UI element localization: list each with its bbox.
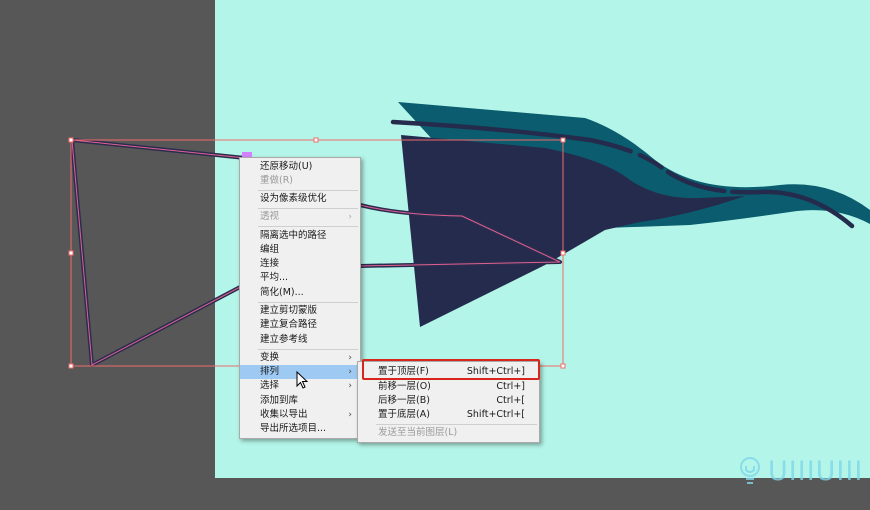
menu-shortcut: Ctrl+] (496, 381, 525, 392)
menu-item-redo: 重做(R) (240, 174, 360, 188)
menu-separator (258, 208, 358, 209)
chevron-right-icon: › (348, 381, 352, 391)
chevron-right-icon: › (348, 410, 352, 420)
menu-label: 连接 (260, 258, 280, 269)
menu-label: 添加到库 (260, 395, 299, 406)
menu-label: 设为像素级优化 (260, 193, 327, 204)
menu-separator (258, 226, 358, 227)
menu-item-join[interactable]: 连接 (240, 257, 360, 271)
menu-label: 置于底层(A) (378, 409, 430, 420)
menu-separator (376, 424, 537, 425)
menu-item-send-to-back[interactable]: 置于底层(A) Shift+Ctrl+[ (358, 408, 539, 422)
menu-item-export-selection[interactable]: 导出所选项目... (240, 422, 360, 436)
menu-label: 建立参考线 (260, 334, 308, 345)
menu-item-group[interactable]: 编组 (240, 243, 360, 257)
mouse-cursor-icon (296, 371, 308, 389)
menu-label: 还原移动(U) (260, 161, 313, 172)
menu-label: 导出所选项目... (260, 423, 327, 434)
chevron-right-icon: › (348, 367, 352, 377)
menu-separator (258, 349, 358, 350)
menu-label: 编组 (260, 244, 280, 255)
context-menu: 还原移动(U) 重做(R) 设为像素级优化 透视 › 隔离选中的路径 编组 连接 … (239, 157, 361, 439)
annotation-highlight-box (362, 359, 540, 380)
menu-item-add-to-library[interactable]: 添加到库 (240, 394, 360, 408)
menu-label: 简化(M)... (260, 287, 304, 298)
menu-separator (258, 302, 358, 303)
menu-label: 排列 (260, 366, 280, 377)
menu-item-compound-path[interactable]: 建立复合路径 (240, 318, 360, 332)
menu-item-perspective: 透视 › (240, 210, 360, 224)
menu-item-send-backward[interactable]: 后移一层(B) Ctrl+[ (358, 394, 539, 408)
menu-item-isolate-path[interactable]: 隔离选中的路径 (240, 229, 360, 243)
menu-label: 建立复合路径 (260, 319, 318, 330)
menu-shortcut: Shift+Ctrl+[ (466, 409, 525, 420)
menu-label: 前移一层(O) (378, 381, 431, 392)
menu-item-guides[interactable]: 建立参考线 (240, 333, 360, 347)
lightbulb-icon (740, 457, 760, 484)
menu-label: 透视 (260, 211, 280, 222)
navy-blade-shape (401, 135, 745, 327)
watermark-text: UIIIUIII (768, 455, 864, 487)
menu-shortcut: Ctrl+[ (496, 395, 525, 406)
menu-separator (258, 190, 358, 191)
menu-item-pixel-optimize[interactable]: 设为像素级优化 (240, 192, 360, 206)
menu-item-clipping-mask[interactable]: 建立剪切蒙版 (240, 304, 360, 318)
menu-item-bring-forward[interactable]: 前移一层(O) Ctrl+] (358, 380, 539, 394)
chevron-right-icon: › (348, 353, 352, 363)
menu-item-collect-export[interactable]: 收集以导出 › (240, 408, 360, 422)
menu-label: 发送至当前图层(L) (378, 427, 458, 438)
menu-item-undo-move[interactable]: 还原移动(U) (240, 160, 360, 174)
menu-label: 后移一层(B) (378, 395, 430, 406)
chevron-right-icon: › (348, 212, 352, 222)
menu-label: 变换 (260, 352, 280, 363)
menu-item-simplify[interactable]: 简化(M)... (240, 286, 360, 300)
watermark-logo: UIIIUIII (738, 454, 863, 488)
menu-label: 收集以导出 (260, 409, 308, 420)
menu-label: 重做(R) (260, 175, 294, 186)
menu-label: 隔离选中的路径 (260, 230, 327, 241)
menu-item-average[interactable]: 平均... (240, 271, 360, 285)
menu-label: 平均... (260, 272, 289, 283)
menu-item-send-to-current-layer: 发送至当前图层(L) (358, 426, 539, 440)
menu-label: 选择 (260, 380, 280, 391)
menu-label: 建立剪切蒙版 (260, 305, 318, 316)
menu-item-transform[interactable]: 变换 › (240, 351, 360, 365)
